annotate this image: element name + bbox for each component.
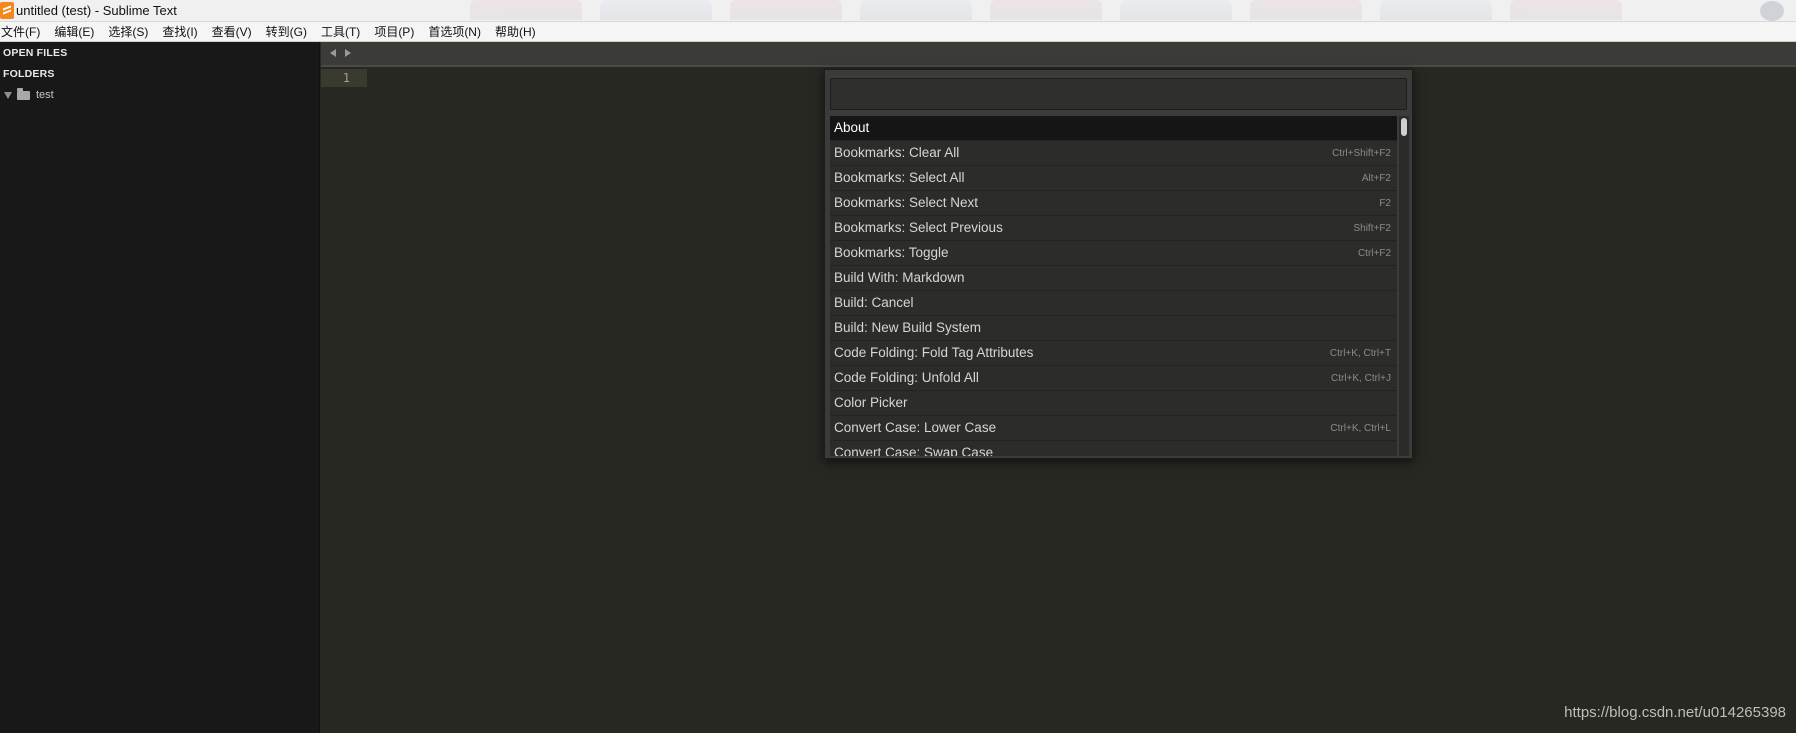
menu-project[interactable]: 项目(P) [373,23,419,40]
sidebar-folder-test[interactable]: test [4,87,54,102]
palette-item-shortcut: Ctrl+K, Ctrl+L [1330,423,1391,434]
palette-item[interactable]: Bookmarks: Select Previous Shift+F2 [830,216,1397,241]
palette-item-label: Bookmarks: Select Previous [834,220,1003,235]
folders-heading: FOLDERS [3,68,55,80]
watermark-text: https://blog.csdn.net/u014265398 [1564,704,1786,721]
blurred-tab [990,0,1102,20]
palette-item-shortcut: F2 [1379,198,1391,209]
palette-item-shortcut: Alt+F2 [1361,173,1391,184]
tab-bar [321,42,1796,67]
palette-item-label: Code Folding: Fold Tag Attributes [834,345,1034,360]
sublime-text-window: untitled (test) - Sublime Text 文件(F) 编辑(… [0,0,1796,733]
palette-scrollbar[interactable] [1399,116,1409,456]
chevron-down-icon[interactable] [4,91,12,99]
background-browser-tabs [470,0,1796,20]
menu-edit[interactable]: 编辑(E) [53,23,99,40]
palette-item[interactable]: Bookmarks: Select All Alt+F2 [830,166,1397,191]
blurred-tab [860,0,972,20]
palette-item-shortcut: Ctrl+K, Ctrl+T [1329,348,1391,359]
blurred-tab [1380,0,1492,20]
blurred-tab [1250,0,1362,20]
palette-item-label: Color Picker [834,395,908,410]
folder-icon [17,87,30,100]
menu-file[interactable]: 文件(F) [0,23,45,40]
command-palette: About Bookmarks: Clear All Ctrl+Shift+F2… [824,69,1413,459]
palette-item-label: Build: Cancel [834,295,914,310]
palette-item[interactable]: Convert Case: Lower Case Ctrl+K, Ctrl+L [830,416,1397,441]
palette-item-shortcut: Shift+F2 [1353,223,1391,234]
palette-item[interactable]: Code Folding: Unfold All Ctrl+K, Ctrl+J [830,366,1397,391]
chevron-left-icon[interactable] [330,49,336,57]
palette-item-label: Bookmarks: Select Next [834,195,979,210]
window-title: untitled (test) - Sublime Text [16,3,177,18]
palette-item[interactable]: Build: Cancel [830,291,1397,316]
palette-item[interactable]: Build: New Build System [830,316,1397,341]
palette-item-label: Bookmarks: Clear All [834,145,960,160]
avatar [1760,1,1784,21]
menu-selection[interactable]: 选择(S) [107,23,153,40]
palette-item[interactable]: Build With: Markdown [830,266,1397,291]
menu-goto[interactable]: 转到(G) [265,23,312,40]
palette-item-shortcut: Ctrl+F2 [1357,248,1391,259]
sidebar: OPEN FILES FOLDERS test [0,42,320,733]
palette-item-label: Convert Case: Swap Case [834,445,994,456]
blurred-tab [730,0,842,20]
palette-item[interactable]: Convert Case: Swap Case [830,441,1397,456]
palette-item-label: Build: New Build System [834,320,982,335]
chevron-right-icon[interactable] [345,49,351,57]
scroll-thumb[interactable] [1401,118,1407,136]
line-number: 1 [342,71,350,85]
palette-item-label: Bookmarks: Select All [834,170,965,185]
menu-tools[interactable]: 工具(T) [320,23,365,40]
palette-item[interactable]: Bookmarks: Select Next F2 [830,191,1397,216]
menu-help[interactable]: 帮助(H) [494,23,541,40]
palette-item[interactable]: Code Folding: Fold Tag Attributes Ctrl+K… [830,341,1397,366]
sublime-logo-icon [0,2,14,19]
palette-item-label: Convert Case: Lower Case [834,420,997,435]
palette-item-label: About [834,120,870,135]
palette-item-label: Build With: Markdown [834,270,965,285]
blurred-tab [470,0,582,20]
open-files-heading: OPEN FILES [3,47,68,59]
palette-item[interactable]: Bookmarks: Clear All Ctrl+Shift+F2 [830,141,1397,166]
palette-item-shortcut: Ctrl+Shift+F2 [1332,148,1391,159]
title-bar: untitled (test) - Sublime Text [0,0,1796,22]
current-line-gutter: 1 [321,69,367,87]
menu-find[interactable]: 查找(I) [161,23,202,40]
command-palette-list: About Bookmarks: Clear All Ctrl+Shift+F2… [830,116,1397,456]
palette-item[interactable]: About [830,116,1397,141]
palette-item[interactable]: Color Picker [830,391,1397,416]
blurred-tab [1120,0,1232,20]
command-palette-input[interactable] [830,78,1407,110]
menu-bar: 文件(F) 编辑(E) 选择(S) 查找(I) 查看(V) 转到(G) 工具(T… [0,22,1796,42]
menu-view[interactable]: 查看(V) [211,23,257,40]
palette-item-shortcut: Ctrl+K, Ctrl+J [1330,373,1391,384]
palette-item-label: Code Folding: Unfold All [834,370,979,385]
blurred-tab [600,0,712,20]
palette-item-label: Bookmarks: Toggle [834,245,949,260]
blurred-tab [1510,0,1622,20]
menu-preferences[interactable]: 首选项(N) [427,23,486,40]
palette-item[interactable]: Bookmarks: Toggle Ctrl+F2 [830,241,1397,266]
folder-label: test [36,89,54,101]
